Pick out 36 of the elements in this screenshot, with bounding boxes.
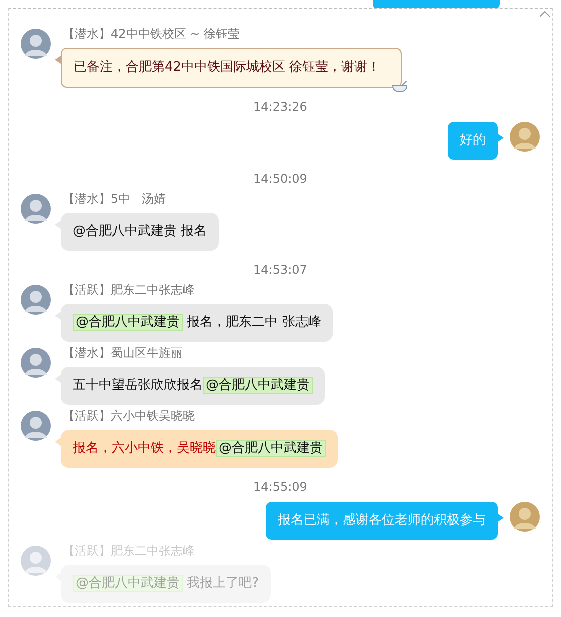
message-text: 好的 [460, 133, 486, 148]
message-text: @合肥八中武建贵 报名 [73, 224, 208, 239]
avatar [21, 348, 51, 378]
message-text: 报名，六小中铁，吴晓晓 [73, 441, 216, 456]
message-text: 我报上了吧? [186, 576, 260, 591]
member-name[interactable]: 肥东二中张志峰 [111, 283, 195, 297]
timestamp: 14:55:09 [254, 479, 308, 496]
avatar [510, 122, 540, 152]
member-name[interactable]: 42中中铁校区 ~ 徐钰莹 [111, 27, 240, 41]
collapse-icon[interactable] [540, 11, 550, 17]
member-role: 【潜水】 [63, 346, 111, 360]
avatar [510, 502, 540, 532]
member-name[interactable]: 蜀山区牛旌丽 [111, 346, 183, 360]
bowl-icon [392, 81, 408, 93]
timestamp: 14:50:09 [254, 171, 308, 188]
avatar [21, 546, 51, 576]
timestamp: 14:23:26 [254, 99, 308, 116]
member-role: 【活跃】 [63, 409, 111, 423]
avatar [21, 29, 51, 59]
member-role: 【活跃】 [63, 283, 111, 297]
avatar [21, 411, 51, 441]
mention-tag[interactable]: @合肥八中武建贵 [216, 440, 326, 457]
member-role: 【潜水】 [63, 192, 111, 206]
mention-tag[interactable]: @合肥八中武建贵 [73, 575, 183, 592]
message-text: 五十中望岳张欣欣报名 [73, 378, 203, 393]
member-role: 【潜水】 [63, 27, 111, 41]
message-text: 已备注，合肥第42中中铁国际城校区 徐钰莹，谢谢！ [74, 60, 381, 75]
member-name[interactable]: 六小中铁吴晓晓 [111, 409, 195, 423]
avatar [21, 285, 51, 315]
message-text: 报名已满，感谢各位老师的积极参与 [278, 513, 486, 528]
avatar [21, 194, 51, 224]
member-name[interactable]: 5中 汤婧 [111, 192, 166, 206]
mention-tag[interactable]: @合肥八中武建贵 [203, 377, 313, 394]
timestamp: 14:53:07 [254, 262, 308, 279]
mention-tag[interactable]: @合肥八中武建贵 [73, 314, 183, 331]
message-text: 报名，肥东二中 张志峰 [186, 315, 322, 330]
